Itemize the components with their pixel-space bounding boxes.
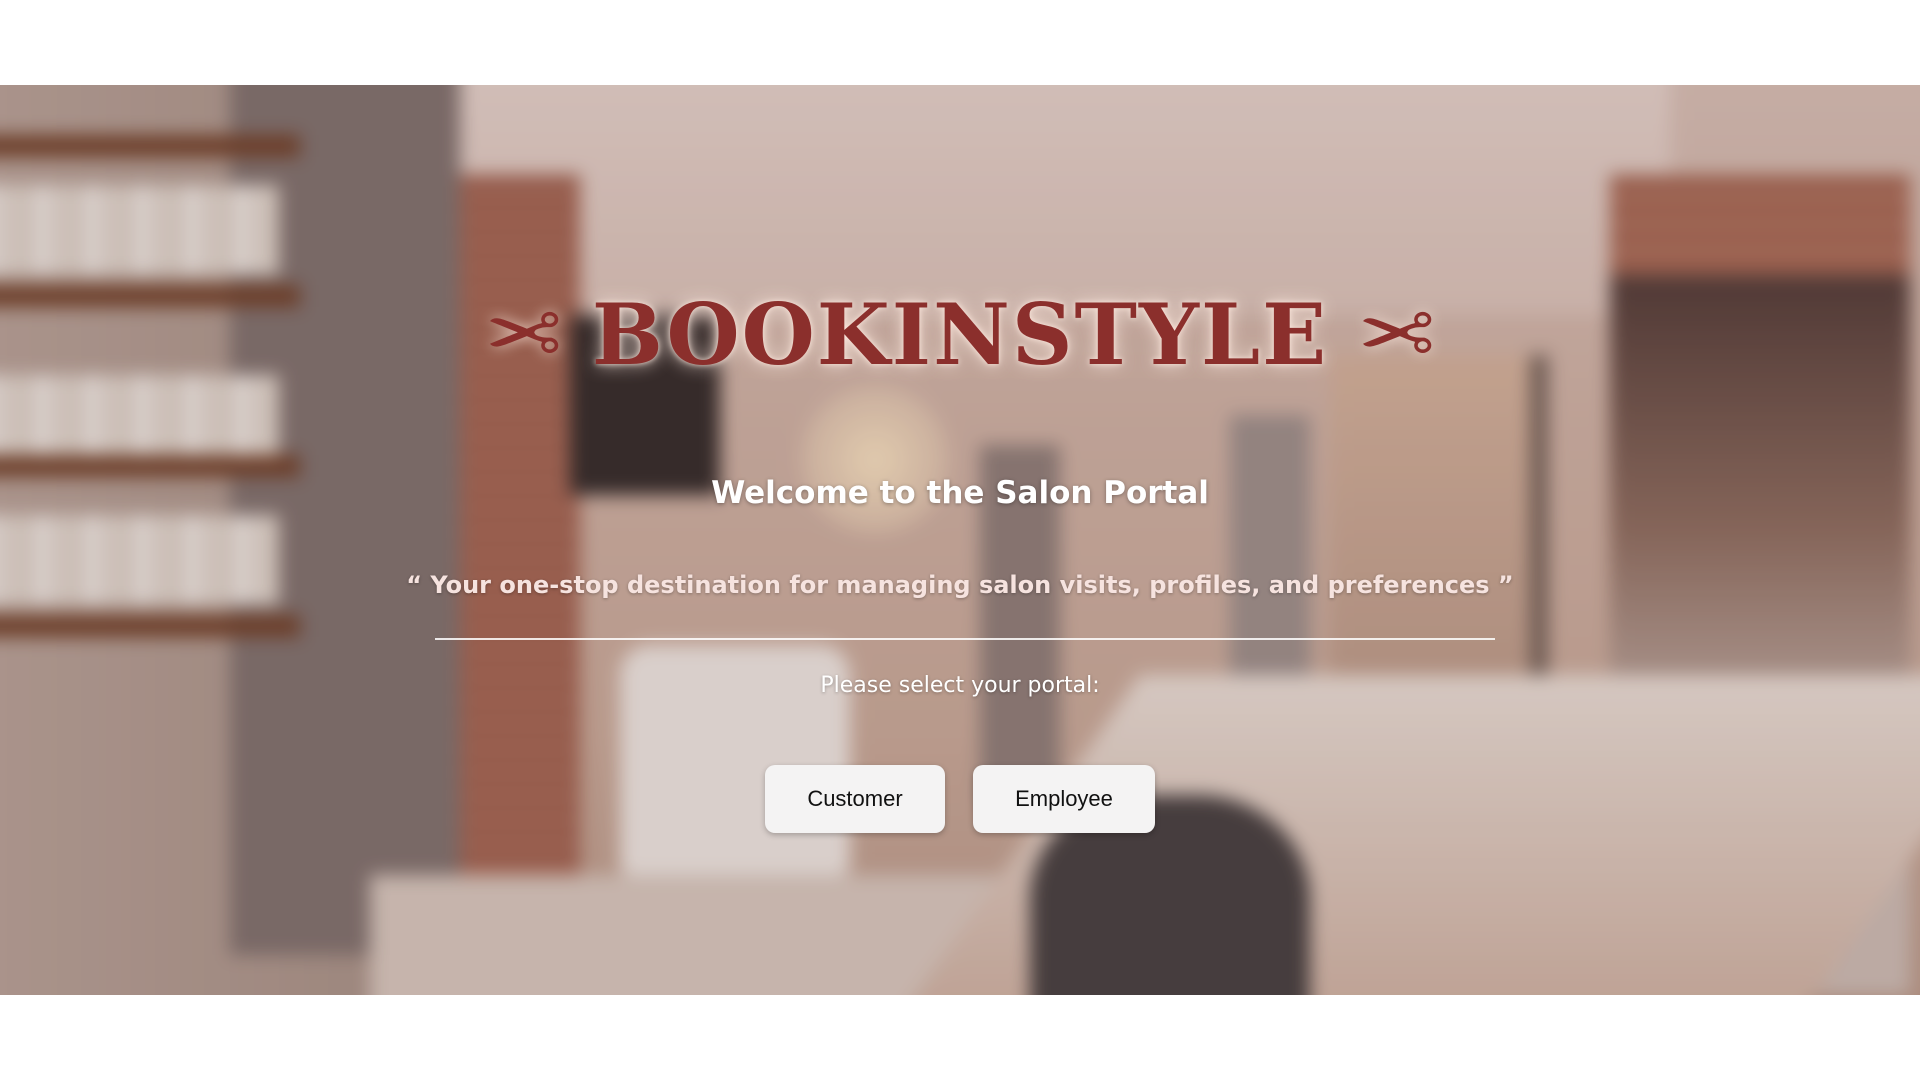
- portal-content: ✂ BOOKINSTYLE ✂ Welcome to the Salon Por…: [0, 85, 1920, 995]
- brand-title: BOOKINSTYLE: [591, 285, 1329, 384]
- welcome-heading: Welcome to the Salon Portal: [711, 475, 1209, 511]
- portal-buttons: Customer Employee: [0, 765, 1920, 833]
- portal-prompt: Please select your portal:: [820, 673, 1100, 698]
- scissors-icon: ✂: [1358, 280, 1436, 388]
- brand-header: ✂ BOOKINSTYLE ✂: [0, 280, 1920, 388]
- employee-portal-button[interactable]: Employee: [973, 765, 1155, 833]
- divider: [435, 638, 1495, 640]
- scissors-icon: ✂: [484, 280, 562, 388]
- tagline-quote: “ Your one-stop destination for managing…: [406, 571, 1514, 599]
- customer-portal-button[interactable]: Customer: [765, 765, 945, 833]
- hero-section: ✂ BOOKINSTYLE ✂ Welcome to the Salon Por…: [0, 85, 1920, 995]
